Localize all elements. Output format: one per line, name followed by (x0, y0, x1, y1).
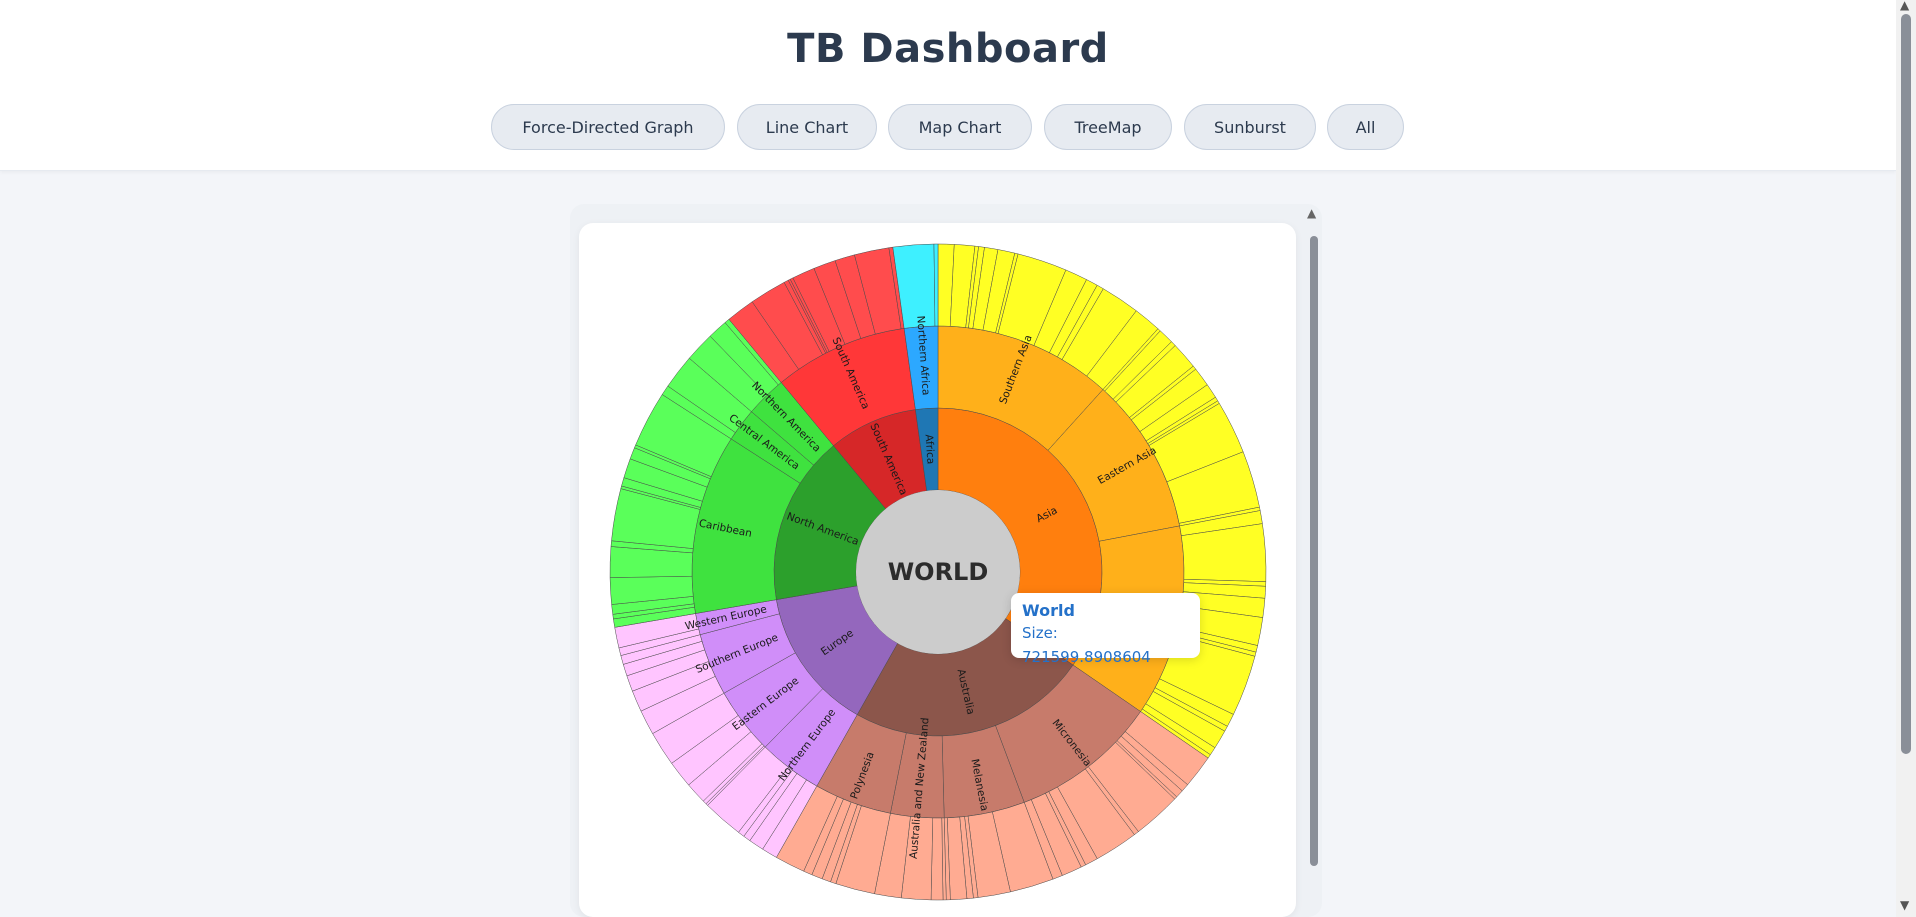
tooltip-size: Size: 721599.8908604 (1022, 624, 1151, 666)
page-scrollbar[interactable]: ▲ ▼ (1896, 0, 1916, 917)
arc-leaf-australia-and-new-zealand-1[interactable] (930, 817, 944, 901)
sunburst-chart[interactable]: AsiaSouthern AsiaEastern AsiaCentral Asi… (0, 0, 1916, 917)
label-africa: Africa (922, 434, 936, 465)
page-scrollbar-thumb[interactable] (1901, 14, 1911, 754)
chart-scrollbar[interactable]: ▲ (1306, 206, 1320, 917)
chart-tooltip: World Size: 721599.8908604 (1011, 593, 1200, 666)
tooltip-title: World (1022, 601, 1075, 620)
chart-scrollbar-thumb[interactable] (1310, 236, 1318, 866)
page-scroll-down-icon[interactable]: ▼ (1900, 898, 1909, 912)
center-label: WORLD (888, 558, 989, 586)
scroll-up-arrow-icon[interactable]: ▲ (1307, 206, 1316, 220)
page-scroll-up-icon[interactable]: ▲ (1900, 0, 1909, 12)
